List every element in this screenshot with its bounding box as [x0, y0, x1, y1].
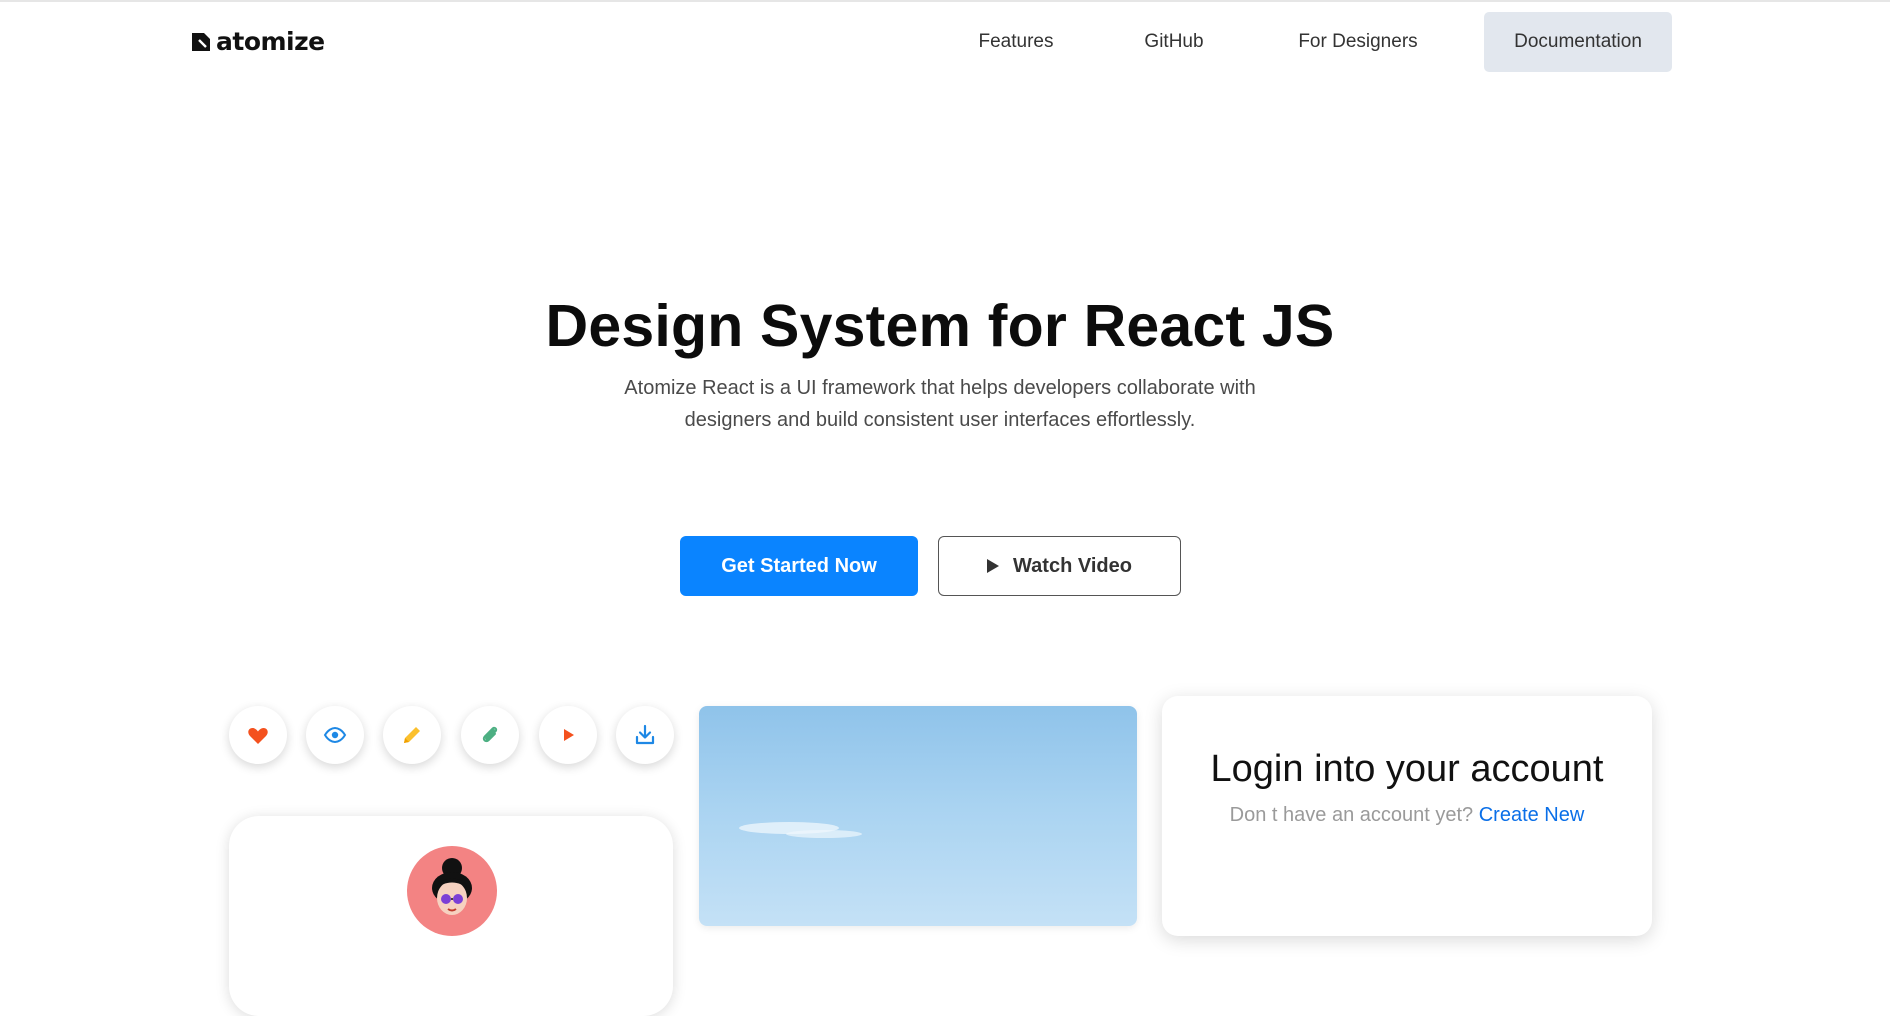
- play-icon: [564, 729, 574, 741]
- pencil-icon: [404, 727, 420, 743]
- play-icon: [987, 559, 1000, 573]
- pencil-button[interactable]: [383, 706, 441, 764]
- login-card: Login into your account Don t have an ac…: [1162, 696, 1652, 936]
- create-new-link[interactable]: Create New: [1479, 804, 1585, 826]
- nav-item-documentation[interactable]: Documentation: [1484, 12, 1672, 72]
- avatar: [407, 846, 497, 936]
- play-button[interactable]: [539, 706, 597, 764]
- heart-button[interactable]: [229, 706, 287, 764]
- avatar-illustration-icon: [432, 858, 472, 915]
- hero-subtitle: Atomize React is a UI framework that hel…: [624, 377, 1256, 431]
- top-border: [0, 0, 1890, 2]
- login-prompt: Don t have an account yet?: [1229, 804, 1474, 826]
- cloud-icon: [739, 822, 862, 838]
- attachment-button[interactable]: [461, 706, 519, 764]
- download-button[interactable]: [616, 706, 674, 764]
- eye-icon: [323, 726, 347, 744]
- watch-video-label: Watch Video: [1013, 554, 1132, 577]
- profile-card: [229, 816, 673, 1016]
- get-started-button[interactable]: Get Started Now: [680, 536, 918, 596]
- nav-item-github[interactable]: GitHub: [1126, 12, 1222, 72]
- download-icon: [635, 724, 655, 745]
- nav-item-features[interactable]: Features: [960, 12, 1072, 72]
- hero-title: Design System for React JS: [545, 293, 1335, 359]
- login-subtitle: Don t have an account yet? Create New: [1162, 804, 1652, 827]
- watch-video-button[interactable]: Watch Video: [938, 536, 1181, 596]
- heart-icon: [248, 728, 268, 744]
- top-nav: Features GitHub For Designers Documentat…: [0, 12, 1890, 72]
- sky-image: [699, 706, 1137, 926]
- login-title: Login into your account: [1210, 748, 1604, 790]
- eye-button[interactable]: [306, 706, 364, 764]
- nav-item-for-designers[interactable]: For Designers: [1282, 12, 1434, 72]
- attachment-icon: [482, 726, 498, 743]
